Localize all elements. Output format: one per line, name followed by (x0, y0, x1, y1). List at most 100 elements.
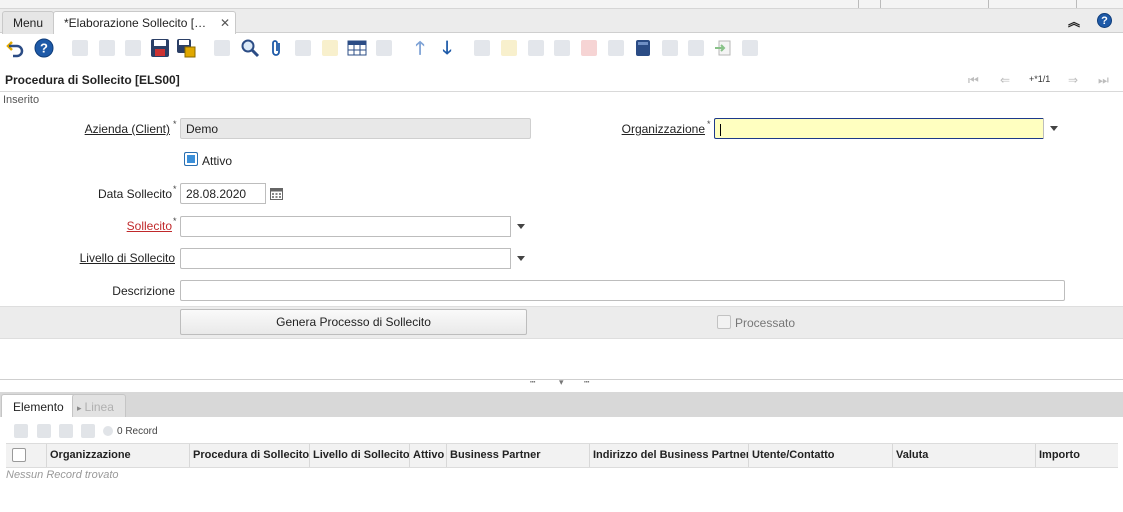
record-count: 0 Record (117, 426, 158, 437)
tab-linea-arrow-icon: ▸ (77, 403, 82, 413)
generate-dunning-button[interactable]: Genera Processo di Sollecito (180, 309, 527, 335)
request-icon[interactable] (579, 38, 599, 58)
organization-label: Organizzazione (621, 122, 705, 136)
export-icon[interactable] (713, 38, 733, 58)
collapse-icon[interactable]: ︽ (1068, 13, 1080, 30)
splitter-grip-right: ┅ (584, 377, 590, 387)
top-strip (0, 0, 1123, 9)
product-info-icon[interactable] (606, 38, 626, 58)
column-header[interactable]: Organizzazione (46, 444, 189, 467)
dunning-level-dropdown-icon[interactable] (510, 248, 531, 269)
tab-window-label: *Elaborazione Sollecito [ELS00] (64, 16, 212, 30)
client-field[interactable]: Demo (180, 118, 531, 139)
tab-linea-label: Linea (84, 400, 114, 414)
tab-menu-label: Menu (13, 16, 44, 30)
client-value: Demo (186, 122, 219, 136)
dunning-label: Sollecito (126, 219, 172, 233)
date-required-mark: * (173, 184, 177, 194)
date-value: 28.08.2020 (186, 187, 247, 201)
date-field[interactable]: 28.08.2020 (180, 183, 286, 204)
page-title: Procedura di Sollecito [ELS00] (5, 73, 180, 87)
copy-icon[interactable] (97, 38, 117, 58)
label-icon[interactable] (740, 38, 760, 58)
processed-checkbox[interactable] (717, 315, 731, 329)
column-header[interactable]: Utente/Contatto (748, 444, 892, 467)
detail-delete-icon[interactable] (81, 424, 95, 438)
record-header: Procedura di Sollecito [ELS00] ⏮ ⇐ +*1/1… (0, 68, 1123, 92)
report-icon[interactable] (472, 38, 492, 58)
column-header[interactable]: Business Partner (446, 444, 589, 467)
active-label: Attivo (202, 154, 233, 168)
grid-toggle-icon[interactable] (347, 38, 367, 58)
dunning-level-field[interactable] (180, 248, 531, 269)
svg-text:?: ? (40, 41, 48, 56)
client-required-mark: * (173, 119, 177, 129)
help-top-icon[interactable]: ? (1097, 13, 1112, 28)
save-new-icon[interactable] (176, 38, 196, 58)
splitter-grip-left: ┅ (530, 377, 536, 387)
text-cursor (720, 123, 721, 136)
detail-record-icon[interactable]: 🡓 (437, 38, 457, 58)
column-header[interactable]: Livello di Sollecito (309, 444, 409, 467)
find-icon[interactable] (240, 38, 260, 58)
select-all-column[interactable] (6, 444, 46, 467)
close-tab-icon[interactable]: ✕ (220, 16, 230, 30)
detail-copy-icon[interactable] (59, 424, 73, 438)
refresh-icon[interactable] (212, 38, 232, 58)
workflow-icon[interactable] (633, 38, 653, 58)
tab-menu[interactable]: Menu (2, 11, 55, 34)
last-record-icon[interactable]: ⏭ (1098, 73, 1109, 88)
tab-linea[interactable]: ▸ Linea (72, 394, 126, 418)
post-it-icon[interactable] (320, 38, 340, 58)
calendar-icon[interactable] (265, 183, 286, 204)
dunning-level-label: Livello di Sollecito (79, 251, 175, 265)
zoom-across-icon[interactable] (552, 38, 572, 58)
column-header[interactable]: Indirizzo del Business Partner (589, 444, 748, 467)
print-icon[interactable] (526, 38, 546, 58)
tab-elaborazione-sollecito[interactable]: *Elaborazione Sollecito [ELS00] ✕ (53, 11, 236, 35)
record-status: Inserito (3, 94, 40, 106)
detail-toolbar: 0 Record (0, 417, 1123, 443)
column-header[interactable]: Procedura di Sollecito (189, 444, 309, 467)
previous-record-icon[interactable]: ⇐ (1000, 73, 1010, 87)
lock-icon[interactable] (686, 38, 706, 58)
window-tab-bar: Menu *Elaborazione Sollecito [ELS00]✕ ︽ … (0, 9, 1123, 35)
column-header[interactable]: Attivo (409, 444, 446, 467)
column-header[interactable]: Valuta (892, 444, 1035, 467)
splitter-arrow-icon[interactable]: ▾ (559, 377, 564, 388)
active-checkbox[interactable] (184, 152, 198, 166)
attachment-icon[interactable] (267, 38, 287, 58)
detail-tab-bar: Elemento ▸ Linea (0, 392, 1123, 418)
detail-save-icon[interactable] (37, 424, 51, 438)
history-icon[interactable] (660, 38, 680, 58)
undo-icon[interactable] (6, 38, 26, 58)
detail-grid-header: Organizzazione Procedura di Sollecito Li… (6, 443, 1118, 468)
organization-field[interactable] (714, 118, 1064, 139)
organization-dropdown-icon[interactable] (1043, 118, 1064, 139)
detail-new-icon[interactable] (14, 424, 28, 438)
description-field[interactable] (180, 280, 1065, 301)
select-all-checkbox[interactable] (12, 448, 26, 462)
help-icon[interactable]: ? (34, 38, 54, 58)
dunning-field[interactable] (180, 216, 531, 237)
client-label: Azienda (Client) (84, 122, 170, 136)
dunning-dropdown-icon[interactable] (510, 216, 531, 237)
column-header[interactable]: Importo (1035, 444, 1118, 467)
main-toolbar: ? 🡑 🡓 (0, 34, 1123, 62)
archive-icon[interactable] (499, 38, 519, 58)
empty-grid-message: Nessun Record trovato (6, 469, 119, 481)
chat-icon[interactable] (293, 38, 313, 58)
parent-record-icon[interactable]: 🡑 (410, 38, 430, 58)
multi-row-icon[interactable] (374, 38, 394, 58)
description-label: Descrizione (112, 284, 175, 298)
next-record-icon[interactable]: ⇒ (1068, 73, 1078, 87)
ignore-icon[interactable] (123, 38, 143, 58)
action-band (0, 306, 1123, 339)
new-icon[interactable] (70, 38, 90, 58)
save-icon[interactable] (150, 38, 170, 58)
detail-record-status-icon (103, 426, 113, 436)
panel-splitter[interactable]: ┅ ▾ ┅ (0, 377, 1123, 391)
record-counter: +*1/1 (1029, 74, 1051, 84)
first-record-icon[interactable]: ⏮ (968, 73, 979, 88)
tab-elemento[interactable]: Elemento (1, 394, 76, 418)
